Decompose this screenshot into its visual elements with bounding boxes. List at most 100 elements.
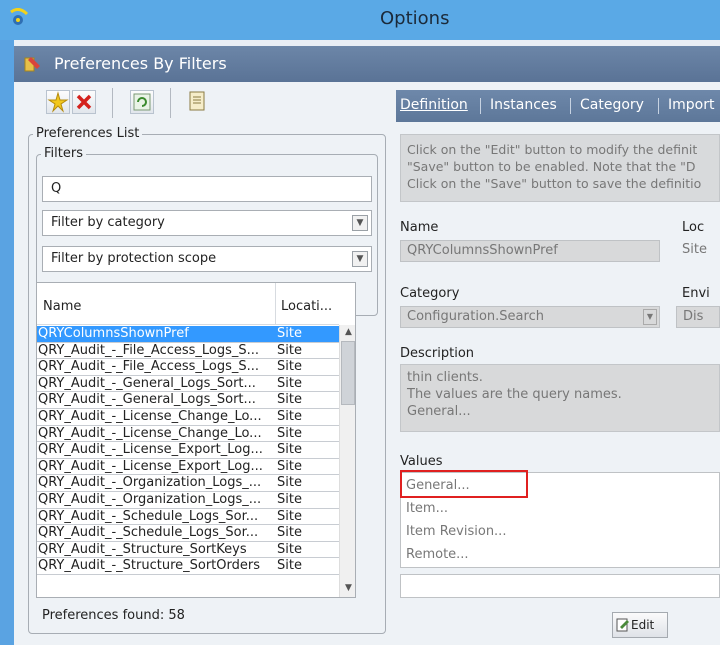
scroll-down-icon[interactable]: ▼ — [342, 583, 355, 595]
cell-name: QRY_Audit_-_Schedule_Logs_Sor... — [38, 525, 259, 541]
cell-name: QRY_Audit_-_File_Access_Logs_S... — [38, 342, 260, 358]
info-line: "Save" button to be enabled. Note that t… — [407, 159, 696, 174]
cell-name: QRY_Audit_-_General_Logs_Sort... — [38, 392, 256, 408]
value-item[interactable]: Item... — [406, 497, 714, 520]
scope-filter-select[interactable]: Filter by protection scope ▼ — [42, 246, 372, 272]
scrollbar-thumb[interactable] — [341, 341, 355, 405]
cell-name: QRY_Audit_-_Structure_SortOrders — [38, 558, 260, 574]
value-item[interactable]: Item Revision... — [406, 520, 714, 543]
table-row[interactable]: QRY_Audit_-_File_Access_Logs_S... Site — [37, 359, 339, 376]
cell-location: Site — [277, 475, 302, 491]
cell-name: QRY_Audit_-_License_Export_Log... — [38, 442, 263, 458]
options-window: Options Preferences By Filters Preferenc… — [0, 0, 720, 645]
highlight-box — [400, 470, 528, 498]
refresh-icon — [133, 93, 151, 111]
cell-name: QRYColumnsShownPref — [38, 326, 189, 341]
description-line: The values are the query names. — [407, 387, 622, 402]
column-divider[interactable] — [275, 283, 276, 325]
category-filter-select[interactable]: Filter by category ▼ — [42, 210, 372, 236]
preferences-list-label: Preferences List — [33, 126, 143, 141]
edit-button-label: Edit — [631, 618, 655, 632]
table-row[interactable]: QRY_Audit_-_General_Logs_Sort... Site — [37, 392, 339, 409]
info-message: Click on the "Edit" button to modify the… — [400, 134, 720, 202]
cell-name: QRY_Audit_-_License_Export_Log... — [38, 458, 263, 474]
cell-location: Site — [277, 359, 302, 375]
table-row[interactable]: QRY_Audit_-_Schedule_Logs_Sor... Site — [37, 509, 339, 526]
cell-name: QRY_Audit_-_General_Logs_Sort... — [38, 375, 256, 391]
column-header-location[interactable]: Locati... — [281, 299, 332, 314]
cell-location: Site — [277, 458, 302, 474]
row-divider — [37, 573, 339, 575]
scroll-up-icon[interactable]: ▲ — [342, 327, 355, 339]
column-header-name[interactable]: Name — [43, 299, 81, 314]
right-panel: Definition Instances Category Import Cli… — [386, 82, 720, 645]
table-row[interactable]: QRY_Audit_-_General_Logs_Sort... Site — [37, 376, 339, 393]
cell-location: Site — [277, 541, 302, 557]
dropdown-arrow-icon[interactable]: ▼ — [352, 215, 368, 231]
tab-separator — [480, 98, 481, 114]
value-input[interactable] — [400, 574, 720, 598]
table-row[interactable]: QRY_Audit_-_Structure_SortOrders Site — [37, 558, 339, 575]
tab-category[interactable]: Category — [580, 97, 644, 113]
table-body: QRYColumnsShownPref Site QRY_Audit_-_File_… — [37, 326, 339, 575]
location-field: Site — [682, 242, 707, 257]
tab-import[interactable]: Import — [668, 97, 714, 113]
new-star-icon — [47, 91, 69, 113]
category-label: Category — [400, 286, 460, 301]
table-row[interactable]: QRY_Audit_-_License_Change_Lo... Site — [37, 409, 339, 426]
table-row[interactable]: QRY_Audit_-_License_Export_Log... Site — [37, 442, 339, 459]
cell-location: Site — [277, 558, 302, 574]
cell-name: QRY_Audit_-_License_Change_Lo... — [38, 408, 262, 424]
delete-button[interactable] — [72, 90, 96, 114]
panel-header: Preferences By Filters — [14, 46, 720, 82]
preferences-found: Preferences found: 58 — [42, 608, 185, 623]
filters-label: Filters — [41, 146, 86, 161]
cell-location: Site — [277, 392, 302, 408]
toolbar-separator — [170, 88, 171, 118]
table-scrollbar[interactable]: ▲ ▼ — [339, 325, 355, 597]
table-row[interactable]: QRY_Audit_-_Organization_Logs_... Site — [37, 475, 339, 492]
value-item[interactable]: Remote... — [406, 543, 714, 566]
new-button[interactable] — [46, 90, 70, 114]
edit-button[interactable]: Edit — [612, 612, 668, 638]
dropdown-arrow-icon[interactable]: ▼ — [352, 251, 368, 267]
name-field: QRYColumnsShownPref — [400, 240, 660, 262]
table-row[interactable]: QRY_Audit_-_Structure_SortKeys Site — [37, 542, 339, 559]
cell-location: Site — [277, 326, 302, 341]
title-bar: Options — [0, 0, 720, 40]
cell-location: Site — [277, 491, 302, 507]
preferences-icon — [24, 57, 40, 72]
environment-label: Envi — [682, 286, 710, 301]
filter-input[interactable]: Q — [42, 176, 372, 202]
info-line: Click on the "Edit" button to modify the… — [407, 142, 698, 157]
cell-location: Site — [277, 342, 302, 358]
table-row[interactable]: QRY_Audit_-_File_Access_Logs_S... Site — [37, 343, 339, 360]
category-select: Configuration.Search ▼ — [400, 306, 660, 328]
table-row[interactable]: QRY_Audit_-_Organization_Logs_... Site — [37, 492, 339, 509]
cell-location: Site — [277, 442, 302, 458]
table-row[interactable]: QRY_Audit_-_License_Change_Lo... Site — [37, 426, 339, 443]
tab-definition[interactable]: Definition — [400, 97, 468, 113]
description-line: thin clients. — [407, 370, 483, 385]
scope-filter-value: Filter by protection scope — [51, 251, 217, 266]
table-row[interactable]: QRY_Audit_-_Schedule_Logs_Sor... Site — [37, 525, 339, 542]
delete-x-icon — [76, 94, 92, 110]
table-header: Name Locati... — [37, 283, 339, 325]
preferences-table: Name Locati... QRYColumnsShownPref Site QR… — [36, 282, 356, 598]
location-label: Loc — [682, 220, 705, 235]
cell-location: Site — [277, 425, 302, 441]
values-label: Values — [400, 454, 443, 469]
cell-name: QRY_Audit_-_Structure_SortKeys — [38, 541, 247, 557]
category-value: Configuration.Search — [407, 309, 544, 324]
document-icon — [189, 91, 205, 111]
panel-content: Preferences List Filters Q Filter by cat… — [14, 82, 720, 645]
dialog-frame: Preferences By Filters Preferences List … — [14, 40, 720, 645]
environment-field: Dis — [676, 306, 720, 328]
tab-separator — [570, 98, 571, 114]
table-row[interactable]: QRY_Audit_-_License_Export_Log... Site — [37, 459, 339, 476]
refresh-button[interactable] — [130, 90, 154, 114]
document-button[interactable] — [186, 90, 210, 114]
tab-instances[interactable]: Instances — [490, 97, 557, 113]
cell-location: Site — [277, 525, 302, 541]
table-row[interactable]: QRYColumnsShownPref Site — [37, 326, 339, 343]
